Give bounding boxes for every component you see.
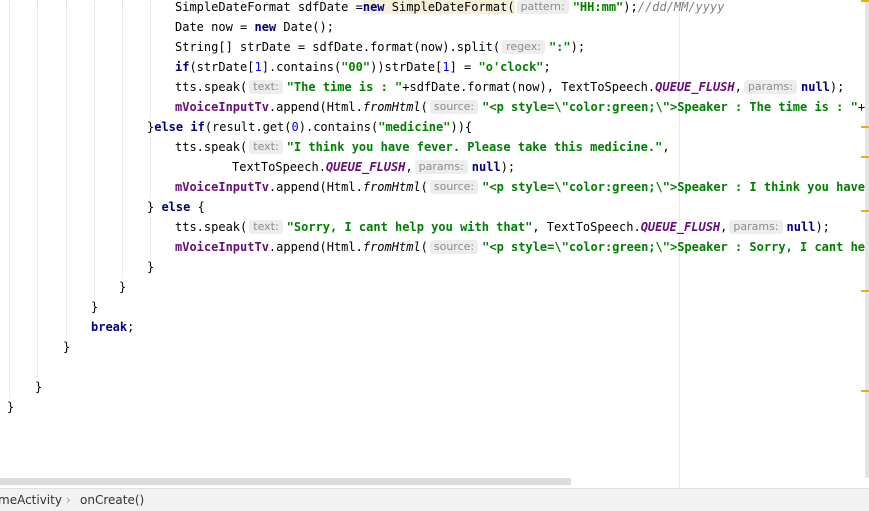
param-hint: source: [429, 240, 479, 254]
param-hint: text: [249, 220, 283, 234]
code-editor[interactable]: SimpleDateFormat sdfDate =new SimpleDate… [0, 0, 869, 488]
code-line[interactable]: Date now = new Date(); [175, 17, 334, 37]
code-line[interactable]: SimpleDateFormat sdfDate =new SimpleDate… [175, 0, 724, 17]
param-hint: regex: [502, 40, 545, 54]
indent-guide [9, 0, 10, 398]
code-line[interactable]: } [63, 337, 70, 357]
code-line[interactable]: } [91, 297, 98, 317]
code-line[interactable]: } [119, 277, 126, 297]
warning-marker[interactable] [861, 156, 869, 158]
breadcrumb-separator: › [66, 493, 71, 507]
code-line[interactable]: TextToSpeech.QUEUE_FLUSH, params: null); [232, 157, 515, 177]
indent-guide [37, 0, 38, 378]
code-line[interactable]: tts.speak(text: "The time is : "+sdfDate.… [175, 77, 844, 97]
indent-guide [150, 0, 151, 118]
indent-guide [150, 218, 151, 258]
horizontal-scrollbar[interactable] [0, 478, 571, 485]
param-hint: pattern: [516, 0, 569, 14]
indent-guide [150, 138, 151, 198]
warning-marker[interactable] [861, 0, 869, 2]
code-line[interactable]: tts.speak(text: "Sorry, I cant help you w… [175, 217, 830, 237]
param-hint: params: [743, 80, 797, 94]
code-line[interactable]: } [147, 257, 154, 277]
param-hint: source: [429, 100, 479, 114]
code-line[interactable]: } [35, 377, 42, 397]
warning-marker[interactable] [861, 126, 869, 128]
param-hint: text: [249, 80, 283, 94]
param-hint: params: [414, 160, 468, 174]
code-line[interactable]: } [7, 397, 14, 417]
code-line[interactable]: }else if(result.get(0).contains("medicin… [147, 117, 472, 137]
indent-guide [94, 0, 95, 298]
warning-marker[interactable] [861, 210, 869, 212]
code-line[interactable]: tts.speak(text: "I think you have fever. … [175, 137, 670, 157]
code-line[interactable]: String[] strDate = sdfDate.format(now).s… [175, 37, 585, 57]
warning-marker[interactable] [861, 390, 869, 392]
param-hint: params: [729, 220, 783, 234]
vertical-scrollbar[interactable] [865, 0, 869, 478]
code-line[interactable]: if(strDate[1].contains("00"))strDate[1] … [175, 57, 551, 77]
warning-marker[interactable] [861, 290, 869, 292]
param-hint: text: [249, 140, 283, 154]
indent-guide [122, 0, 123, 278]
breadcrumb: meActivity › onCreate() [0, 488, 869, 511]
code-line[interactable]: mVoiceInputTv.append(Html.fromHtml(sourc… [175, 177, 869, 197]
code-line[interactable]: } else { [147, 197, 205, 217]
param-hint: source: [429, 180, 479, 194]
breadcrumb-class[interactable]: meActivity [0, 489, 62, 511]
code-line[interactable]: break; [91, 317, 134, 337]
code-line[interactable]: mVoiceInputTv.append(Html.fromHtml(sourc… [175, 237, 869, 257]
code-line[interactable]: mVoiceInputTv.append(Html.fromHtml(sourc… [175, 97, 869, 117]
indent-guide [66, 0, 67, 338]
breadcrumb-method[interactable]: onCreate() [80, 489, 144, 511]
